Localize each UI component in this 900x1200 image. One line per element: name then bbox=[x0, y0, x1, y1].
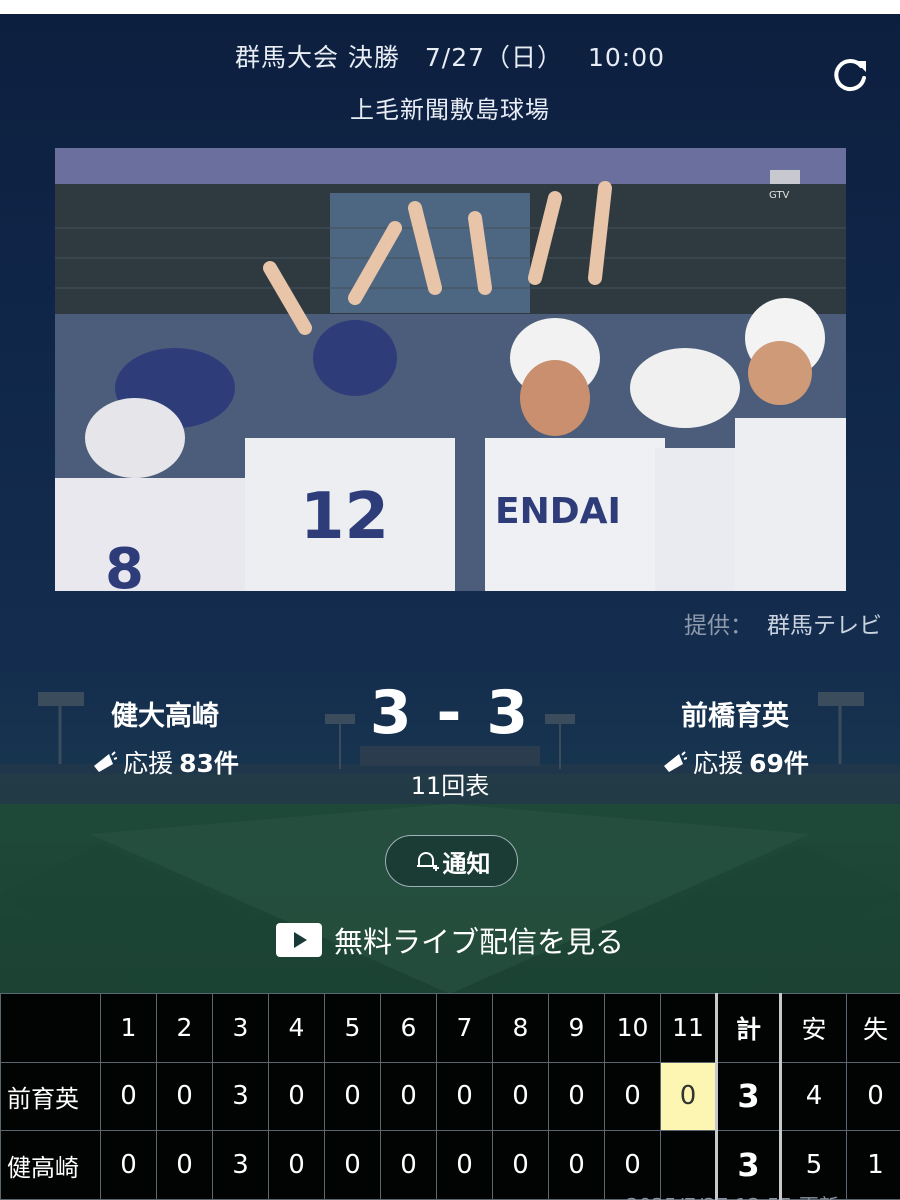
tournament-name: 群馬大会 決勝 bbox=[234, 43, 400, 72]
refresh-icon[interactable] bbox=[828, 52, 872, 96]
away-cheer-label: 応援 bbox=[693, 749, 744, 778]
svg-text:ENDAI: ENDAI bbox=[495, 491, 621, 532]
current-inning-score: 0 bbox=[660, 1061, 717, 1132]
inning-score: 0 bbox=[380, 1130, 437, 1200]
total-errors: 1 bbox=[846, 1130, 900, 1200]
last-updated: 2025/7/27 12:55 更新 bbox=[626, 1190, 839, 1200]
header-cell: 1 bbox=[100, 993, 157, 1063]
row-team-name: 前育英 bbox=[0, 1061, 101, 1132]
highlight-photo[interactable]: GTV 8 12 ENDAI bbox=[55, 148, 846, 591]
header-cell: 6 bbox=[380, 993, 437, 1063]
live-stream-label: 無料ライブ配信を見る bbox=[333, 925, 624, 959]
total-errors: 0 bbox=[846, 1061, 900, 1132]
megaphone-icon bbox=[664, 751, 688, 772]
header-cell: 10 bbox=[604, 993, 661, 1063]
megaphone-icon bbox=[94, 751, 118, 772]
game-info: 群馬大会 決勝 7/27（日） 10:00 bbox=[0, 38, 900, 74]
header-cell: 4 bbox=[268, 993, 325, 1063]
home-cheer-button[interactable]: 応援 83件 bbox=[35, 744, 295, 780]
venue: 上毛新聞敷島球場 bbox=[350, 96, 550, 124]
notify-button[interactable]: 通知 bbox=[385, 835, 518, 887]
inning-score: 0 bbox=[156, 1061, 213, 1132]
inning-score: 0 bbox=[436, 1130, 493, 1200]
inning-score: 0 bbox=[604, 1061, 661, 1132]
header-cell: 8 bbox=[492, 993, 549, 1063]
svg-text:12: 12 bbox=[300, 480, 389, 554]
photo-credit: 提供： 群馬テレビ bbox=[684, 606, 882, 640]
scoreboard-row-away: 前育英 0 0 3 0 0 0 0 0 0 0 0 3 4 0 bbox=[0, 1061, 900, 1132]
header-cell: 11 bbox=[660, 993, 717, 1063]
header-cell: 5 bbox=[324, 993, 381, 1063]
credit-source: 群馬テレビ bbox=[767, 613, 882, 639]
total-runs: 3 bbox=[715, 1061, 781, 1132]
game-score: 3 - 3 bbox=[369, 678, 531, 748]
bell-plus-icon bbox=[416, 852, 439, 871]
header-cell: 2 bbox=[156, 993, 213, 1063]
away-cheer-count: 69件 bbox=[749, 749, 809, 778]
header-total: 計 bbox=[715, 993, 781, 1063]
inning-score: 0 bbox=[324, 1061, 381, 1132]
away-team-name[interactable]: 前橋育英 bbox=[605, 694, 865, 733]
home-team-name[interactable]: 健大高崎 bbox=[35, 694, 295, 733]
inning-score: 0 bbox=[100, 1130, 157, 1200]
svg-text:GTV: GTV bbox=[769, 190, 790, 201]
home-cheer-label: 応援 bbox=[123, 749, 174, 778]
current-inning: 11回表 bbox=[410, 772, 490, 800]
inning-score: 0 bbox=[492, 1061, 549, 1132]
header-hits: 安 bbox=[779, 993, 847, 1063]
inning-score: 3 bbox=[212, 1061, 269, 1132]
inning-score: 0 bbox=[548, 1061, 605, 1132]
inning-score: 0 bbox=[436, 1061, 493, 1132]
row-team-name: 健高崎 bbox=[0, 1130, 101, 1200]
live-stream-link[interactable]: 無料ライブ配信を見る bbox=[0, 919, 900, 961]
game-screen: 群馬大会 決勝 7/27（日） 10:00 上毛新聞敷島球場 GTV 8 12 … bbox=[0, 14, 900, 1200]
game-time: 10:00 bbox=[587, 43, 666, 72]
header-corner bbox=[0, 993, 101, 1063]
total-hits: 4 bbox=[779, 1061, 847, 1132]
header-cell: 3 bbox=[212, 993, 269, 1063]
inning-score: 3 bbox=[212, 1130, 269, 1200]
inning-score: 0 bbox=[548, 1130, 605, 1200]
notify-label: 通知 bbox=[442, 849, 491, 878]
inning-score: 0 bbox=[268, 1061, 325, 1132]
credit-label: 提供： bbox=[684, 613, 753, 639]
inning-score: 0 bbox=[156, 1130, 213, 1200]
inning-score: 0 bbox=[100, 1061, 157, 1132]
game-date: 7/27（日） bbox=[424, 43, 564, 72]
header-cell: 7 bbox=[436, 993, 493, 1063]
inning-score: 0 bbox=[380, 1061, 437, 1132]
header-cell: 9 bbox=[548, 993, 605, 1063]
inning-score: 0 bbox=[268, 1130, 325, 1200]
scoreboard-header: 1 2 3 4 5 6 7 8 9 10 11 計 安 失 bbox=[0, 993, 900, 1063]
svg-text:8: 8 bbox=[105, 537, 144, 591]
inning-score: 0 bbox=[324, 1130, 381, 1200]
home-cheer-count: 83件 bbox=[179, 749, 239, 778]
away-cheer-button[interactable]: 応援 69件 bbox=[605, 744, 865, 780]
header-errors: 失 bbox=[846, 993, 900, 1063]
scoreboard: 1 2 3 4 5 6 7 8 9 10 11 計 安 失 前育英 0 0 3 … bbox=[0, 993, 900, 1200]
inning-score: 0 bbox=[492, 1130, 549, 1200]
play-icon bbox=[275, 923, 322, 957]
